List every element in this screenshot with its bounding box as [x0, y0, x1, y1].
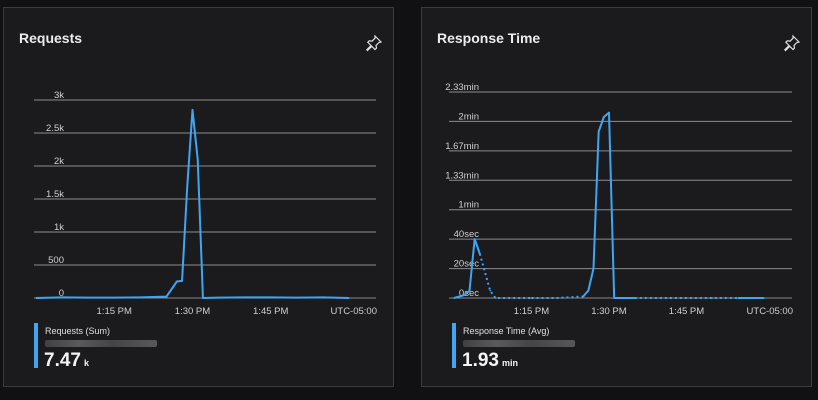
data-point [685, 297, 688, 299]
timezone-label: UTC-05:00 [331, 306, 377, 317]
data-point [176, 280, 178, 283]
legend-color-bar [452, 323, 456, 368]
data-point [196, 158, 199, 161]
series-line [35, 108, 350, 299]
requests-tile[interactable]: Requests 0 500 1k 1.5k 2k 2.5k 3k 1:15 PM 1:30 P… [3, 7, 394, 387]
data-point [556, 297, 559, 299]
data-point [494, 297, 497, 299]
data-point [473, 238, 476, 240]
data-point [603, 116, 605, 118]
data-point [463, 294, 466, 296]
data-point [87, 296, 89, 299]
data-point [489, 289, 491, 292]
data-point [217, 296, 220, 299]
data-point [453, 297, 455, 299]
legend-resource-name-redacted [45, 340, 157, 347]
y-tick-label: 1.67min [445, 141, 479, 152]
response-time-chart[interactable]: 0sec20sec40sec1min1.33min1.67min2min2.33… [422, 8, 813, 323]
y-tick-label: 2min [458, 111, 479, 122]
legend-metric-name: Requests (Sum) [45, 326, 111, 336]
data-point [613, 297, 615, 299]
data-point [348, 297, 350, 299]
data-point [191, 109, 194, 111]
x-tick-label: 1:45 PM [669, 306, 704, 317]
data-point [202, 297, 204, 299]
response-time-tile[interactable]: Response Time 0sec 20sec 40sec 1min 1.33min 1… [421, 7, 812, 387]
data-point [737, 297, 739, 299]
data-point [582, 295, 584, 298]
x-tick-label: 1:15 PM [97, 306, 132, 317]
y-tick-label: 500 [48, 255, 64, 266]
data-point [763, 297, 765, 299]
y-tick-label: 3k [54, 90, 64, 101]
data-point [608, 111, 610, 114]
x-tick-label: 1:45 PM [253, 306, 288, 317]
legend-metric-name: Response Time (Avg) [463, 326, 550, 336]
y-tick-label: 1k [54, 222, 64, 233]
data-point [113, 296, 116, 299]
legend-total-value: 7.47 k [44, 350, 89, 371]
data-point [659, 297, 662, 299]
legend-total-value: 1.93 min [462, 350, 518, 371]
data-point [269, 296, 272, 299]
data-point [181, 280, 183, 282]
series-line [478, 253, 532, 299]
y-tick-label: 1min [458, 200, 479, 211]
x-tick-label: 1:30 PM [591, 306, 626, 317]
data-point [468, 289, 471, 292]
legend-resource-name-redacted [463, 340, 575, 347]
data-point [61, 296, 63, 299]
series-line [582, 111, 635, 299]
x-tick-label: 1:15 PM [514, 306, 549, 317]
data-point [711, 297, 714, 299]
data-point [530, 297, 533, 299]
data-point [243, 296, 246, 299]
data-point [296, 296, 298, 299]
legend-color-bar [34, 323, 38, 368]
data-point [322, 296, 324, 299]
data-point [139, 296, 142, 299]
data-point [35, 297, 37, 299]
data-point [165, 295, 168, 298]
x-tick-label: 1:30 PM [175, 306, 210, 317]
y-tick-label: 2.33min [445, 82, 479, 93]
y-tick-label: 2k [54, 156, 64, 167]
y-tick-label: 20sec [454, 259, 480, 270]
y-tick-label: 1.5k [46, 189, 64, 200]
data-point [479, 253, 481, 255]
y-tick-label: 2.5k [46, 123, 64, 134]
data-point [597, 130, 600, 133]
data-point [186, 185, 189, 187]
requests-chart[interactable]: 05001k1.5k2k2.5k3k1:15 PM 1:30 PM 1:45 PM U… [4, 8, 395, 323]
timezone-label: UTC-05:00 [747, 306, 793, 317]
data-point [587, 289, 590, 292]
y-tick-label: 1.33min [445, 170, 479, 181]
data-point [634, 297, 636, 299]
data-point [592, 267, 595, 270]
